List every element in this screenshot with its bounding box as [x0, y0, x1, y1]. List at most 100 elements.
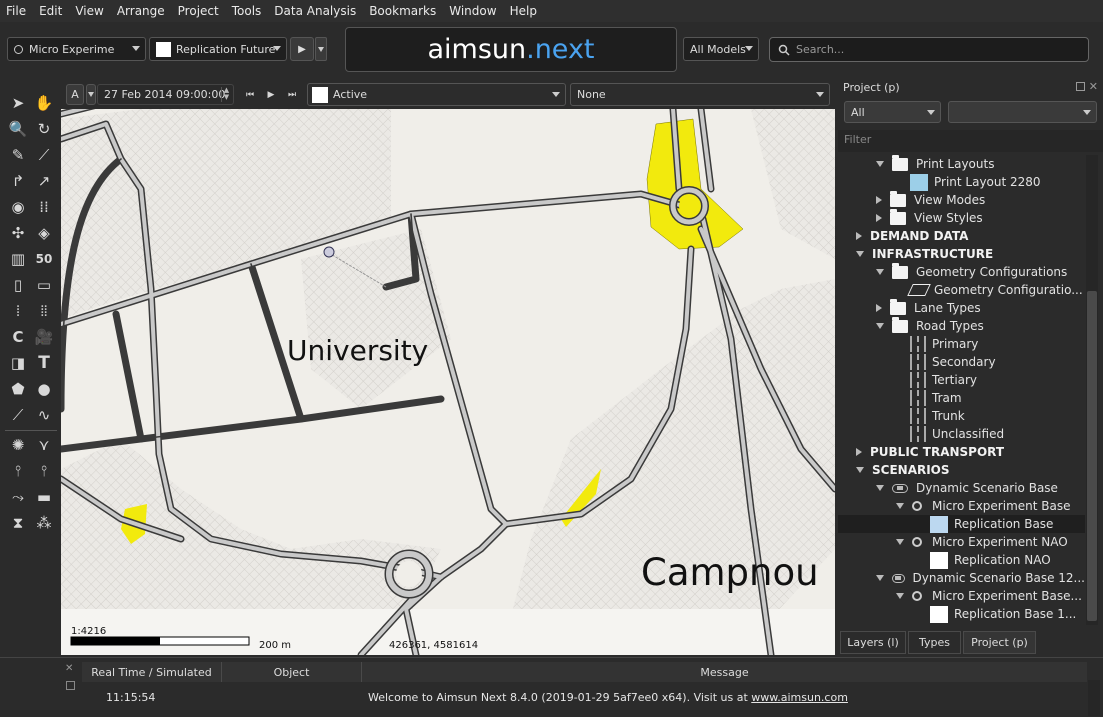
tree-item-roadtype[interactable]: Primary [838, 335, 1085, 353]
tree-item-roadtype[interactable]: Unclassified [838, 425, 1085, 443]
tree-item-folder[interactable]: Lane Types [838, 298, 1085, 317]
road-tool-icon[interactable]: ▬ [33, 486, 55, 508]
network-tool-icon[interactable]: ⁂ [33, 512, 55, 534]
expand-right-icon[interactable] [876, 304, 882, 312]
menu-bookmarks[interactable]: Bookmarks [369, 4, 436, 18]
tab-types[interactable]: Types [908, 631, 961, 654]
col-time[interactable]: Real Time / Simulated [82, 662, 222, 682]
col-message[interactable]: Message [362, 662, 1087, 682]
speed-limit-icon[interactable]: 50 [33, 248, 55, 270]
expand-down-icon[interactable] [876, 269, 884, 275]
detector-icon[interactable]: ⦙ [7, 300, 29, 322]
junction-tool-icon[interactable]: ✣ [7, 222, 29, 244]
tree-item-replication[interactable]: Replication Base 1... [838, 605, 1085, 623]
tree-item-folder[interactable]: Geometry Configurations [838, 262, 1085, 281]
polygon-icon[interactable]: ⬟ [7, 378, 29, 400]
project-tree[interactable]: Print Layouts Print Layout 2280 View Modes… [838, 155, 1085, 625]
models-select[interactable]: All Models [683, 37, 759, 61]
log-scrollbar[interactable] [1088, 680, 1100, 716]
menu-data-analysis[interactable]: Data Analysis [274, 4, 356, 18]
tree-item-roadtype[interactable]: Tertiary [838, 371, 1085, 389]
turn-tool-icon[interactable]: ↱ [7, 170, 29, 192]
expand-right-icon[interactable] [876, 196, 882, 204]
tree-item-roadtype[interactable]: Secondary [838, 353, 1085, 371]
tree-item-scenario[interactable]: Dynamic Scenario Future [838, 623, 1085, 625]
expand-down-icon[interactable] [876, 323, 884, 329]
menu-edit[interactable]: Edit [39, 4, 62, 18]
menu-file[interactable]: File [6, 4, 26, 18]
skip-forward-icon[interactable]: ⏭ [281, 84, 303, 106]
section-tool-icon[interactable]: ⟋ [33, 144, 55, 166]
node-marker[interactable] [323, 246, 335, 258]
menu-window[interactable]: Window [449, 4, 496, 18]
tree-item-scenario[interactable]: Dynamic Scenario Base 12... [838, 569, 1085, 587]
menu-view[interactable]: View [75, 4, 103, 18]
experiment-select[interactable]: Micro Experiment Fu [7, 37, 146, 61]
pan-hand-icon[interactable]: ✋ [33, 92, 55, 114]
menu-project[interactable]: Project [178, 4, 219, 18]
pin-icon[interactable]: ⫯ [7, 460, 29, 482]
barrier-icon[interactable]: ⦙⦙ [33, 300, 55, 322]
text-tool-icon[interactable]: T [33, 352, 55, 374]
rotate-icon[interactable]: ↻ [33, 118, 55, 140]
expand-down-icon[interactable] [856, 251, 864, 257]
area-icon[interactable]: ◨ [7, 352, 29, 374]
replication-select[interactable]: Replication Future [149, 37, 287, 61]
camera-icon[interactable]: 🎥 [33, 326, 55, 348]
mode-button[interactable]: A [66, 84, 84, 105]
datetime-spinner[interactable]: ▲ ▼ [221, 87, 231, 102]
close-log-icon[interactable]: ✕ [65, 663, 73, 674]
tree-item-experiment[interactable]: Micro Experiment Base... [838, 587, 1085, 605]
hourglass-icon[interactable]: ⧗ [7, 512, 29, 534]
tree-scrollbar-thumb[interactable] [1087, 291, 1097, 621]
pie-tool-icon[interactable]: ✺ [7, 434, 29, 456]
traffic-light-icon[interactable]: ▯ [7, 274, 29, 296]
tree-item-experiment[interactable]: Micro Experiment Base [838, 497, 1085, 515]
skip-back-icon[interactable]: ⏮ [239, 84, 261, 106]
polyline-icon[interactable]: ⟋ [7, 404, 29, 426]
tree-item-geometry[interactable]: Geometry Configuratio... [838, 281, 1085, 299]
expand-down-icon[interactable] [876, 161, 884, 167]
tree-item-section[interactable]: DEMAND DATA [838, 227, 1085, 245]
select-arrow-icon[interactable]: ➤ [7, 92, 29, 114]
aimsun-link[interactable]: www.aimsun.com [751, 691, 848, 704]
tree-item-layout[interactable]: Print Layout 2280 [838, 173, 1085, 191]
expand-right-icon[interactable] [876, 214, 882, 222]
tab-project[interactable]: Project (p) [963, 631, 1036, 654]
zoom-icon[interactable]: 🔍 [7, 118, 29, 140]
node-tool-icon[interactable]: ◉ [7, 196, 29, 218]
expand-down-icon[interactable] [856, 467, 864, 473]
join-tool-icon[interactable]: ⤳ [7, 486, 29, 508]
pencil-icon[interactable]: ✎ [7, 144, 29, 166]
tree-item-folder[interactable]: View Modes [838, 190, 1085, 209]
bus-icon[interactable]: ▭ [33, 274, 55, 296]
expand-right-icon[interactable] [856, 448, 862, 456]
expand-down-icon[interactable] [876, 575, 884, 581]
curve-icon[interactable]: ∿ [33, 404, 55, 426]
mode-dropdown[interactable] [86, 84, 96, 105]
lanes-tool-icon[interactable]: ⁞⁞ [33, 196, 55, 218]
tree-item-scenario[interactable]: Dynamic Scenario Base [838, 479, 1085, 497]
menu-help[interactable]: Help [510, 4, 537, 18]
road-network-map[interactable]: University Campnou 1:4216 200 m 426361, … [61, 109, 835, 655]
play-button[interactable]: ▶ [290, 37, 314, 61]
tree-item-folder[interactable]: Road Types [838, 316, 1085, 335]
project-type-select[interactable] [948, 101, 1097, 123]
expand-right-icon[interactable] [856, 232, 862, 240]
filter-input[interactable]: Filter [838, 130, 1103, 152]
tree-item-experiment[interactable]: Micro Experiment NAO [838, 533, 1085, 551]
circle-icon[interactable]: ● [33, 378, 55, 400]
tree-item-folder[interactable]: Print Layouts [838, 155, 1085, 173]
play-options-button[interactable] [315, 37, 327, 61]
tree-item-folder[interactable]: View Styles [838, 208, 1085, 227]
tree-item-roadtype[interactable]: Tram [838, 389, 1085, 407]
tree-item-roadtype[interactable]: Trunk [838, 407, 1085, 425]
datetime-field[interactable]: 27 Feb 2014 09:00:00 ▲ ▼ [97, 84, 234, 105]
expand-down-icon[interactable] [896, 593, 904, 599]
search-input[interactable]: Search... [769, 37, 1089, 62]
expand-down-icon[interactable] [876, 485, 884, 491]
tree-item-section[interactable]: INFRASTRUCTURE [838, 245, 1085, 263]
point-tool-icon[interactable]: ⫯ [33, 460, 55, 482]
float-log-icon[interactable] [66, 681, 75, 690]
crosswalk-tool-icon[interactable]: ▥ [7, 248, 29, 270]
